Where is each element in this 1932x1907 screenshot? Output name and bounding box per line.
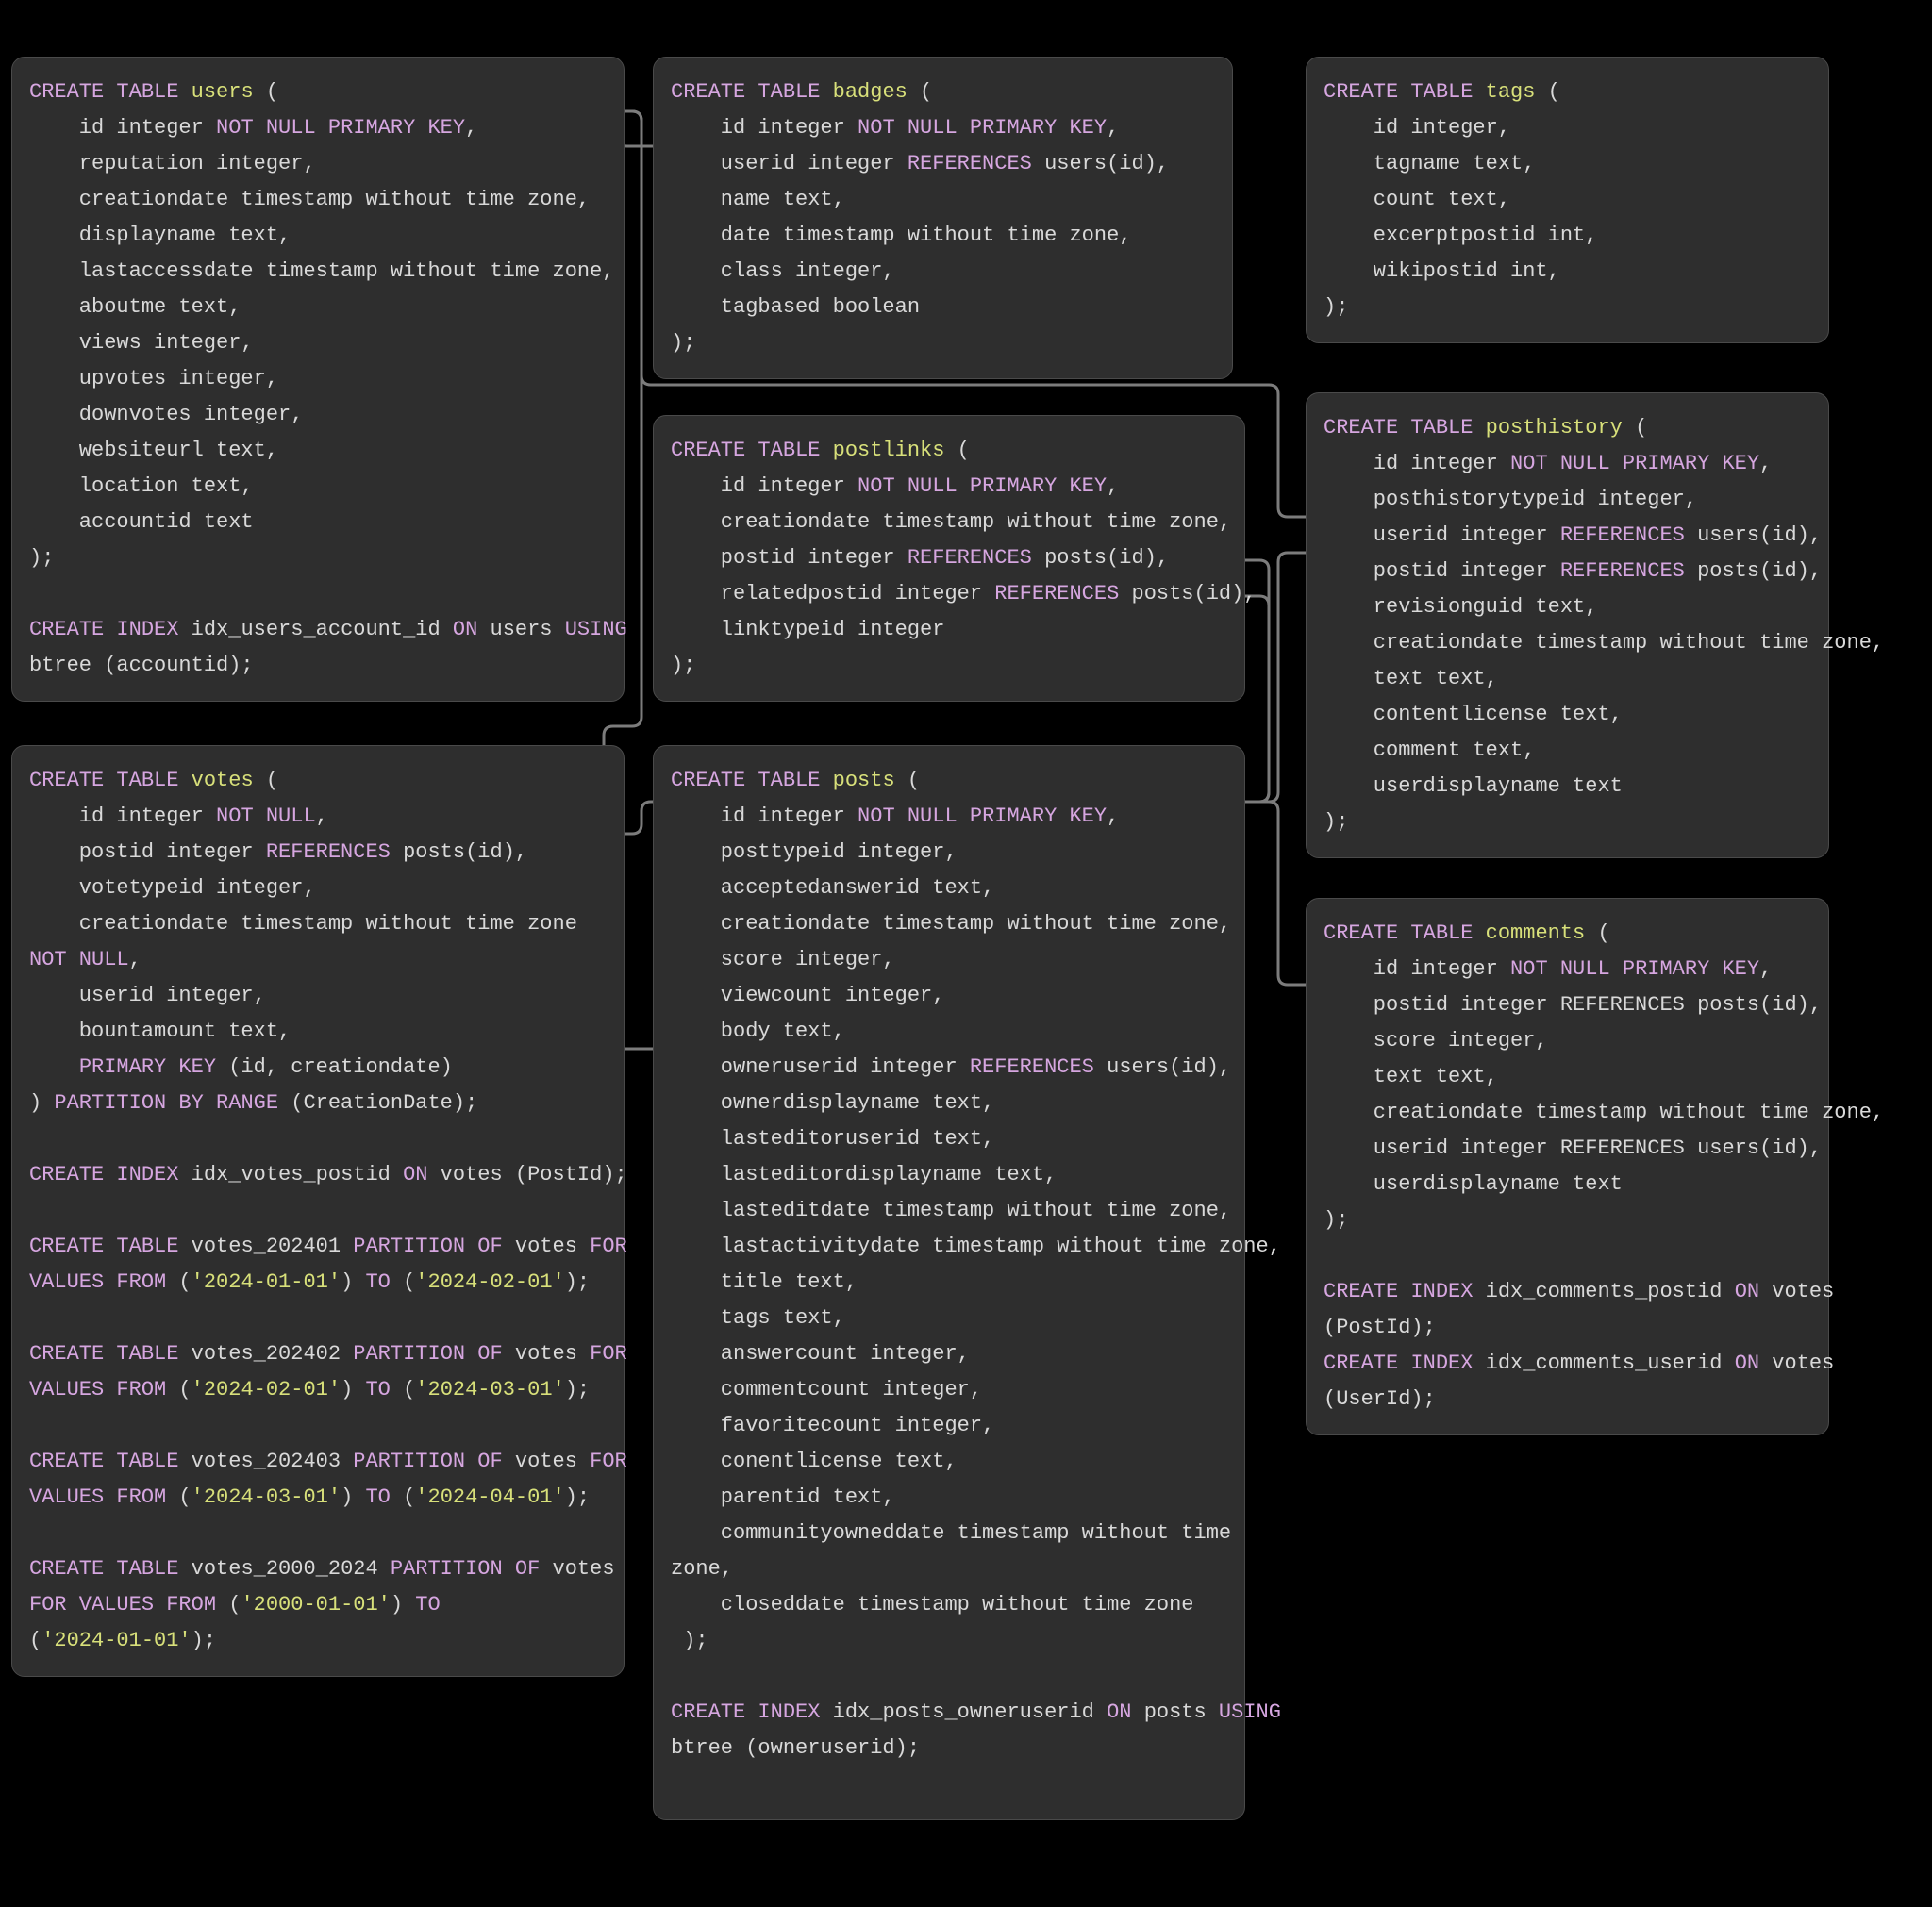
table-users: CREATE TABLE users ( id integer NOT NULL…	[11, 57, 625, 702]
table-tags: CREATE TABLE tags ( id integer, tagname …	[1306, 57, 1829, 343]
table-votes: CREATE TABLE votes ( id integer NOT NULL…	[11, 745, 625, 1677]
table-posthistory: CREATE TABLE posthistory ( id integer NO…	[1306, 392, 1829, 858]
table-comments: CREATE TABLE comments ( id integer NOT N…	[1306, 898, 1829, 1435]
table-postlinks: CREATE TABLE postlinks ( id integer NOT …	[653, 415, 1245, 702]
table-posts: CREATE TABLE posts ( id integer NOT NULL…	[653, 745, 1245, 1820]
table-badges: CREATE TABLE badges ( id integer NOT NUL…	[653, 57, 1233, 379]
